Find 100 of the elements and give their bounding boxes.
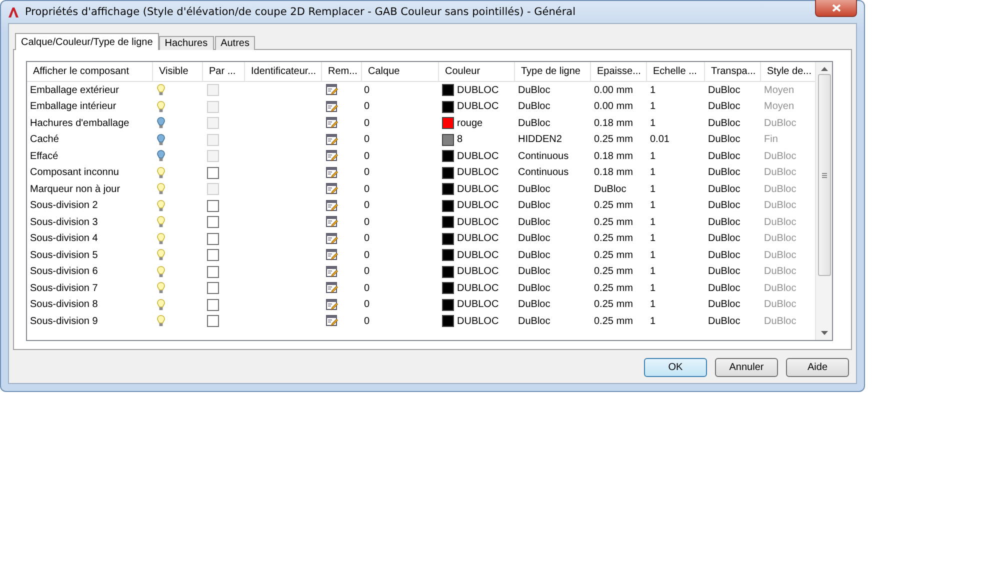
edit-icon[interactable]: [326, 249, 338, 262]
lightbulb-on-icon[interactable]: [157, 183, 165, 196]
component-name: Hachures d'emballage: [29, 116, 130, 131]
lineweight-value: 0.00 mm: [593, 84, 634, 98]
checkbox[interactable]: [207, 266, 219, 278]
color-value: DUBLOC: [457, 184, 499, 195]
edit-icon[interactable]: [326, 315, 338, 328]
linetype-value: DuBloc: [517, 216, 552, 230]
color-value: DUBLOC: [457, 316, 499, 327]
layer-value: 0: [363, 84, 371, 98]
edit-icon[interactable]: [326, 134, 338, 146]
checkbox[interactable]: [207, 298, 219, 311]
edit-icon[interactable]: [326, 200, 338, 212]
color-value: DUBLOC: [457, 266, 499, 278]
scrollbar-thumb[interactable]: [818, 74, 830, 276]
edit-icon[interactable]: [326, 150, 338, 162]
transparency-value: DuBloc: [707, 84, 742, 98]
close-button[interactable]: [815, 0, 857, 17]
lineweight-value: 0.25 mm: [593, 199, 634, 214]
transparency-value: DuBloc: [707, 314, 742, 329]
edit-icon[interactable]: [326, 183, 338, 196]
lightbulb-on-icon[interactable]: [157, 216, 165, 228]
lineweight-value: 0.00 mm: [593, 100, 634, 114]
linetype-value: DuBloc: [517, 248, 552, 263]
scroll-up-icon[interactable]: [820, 67, 828, 71]
linetype-value: DuBloc: [517, 84, 552, 98]
checkbox[interactable]: [207, 166, 219, 179]
component-name: Sous-division 3: [29, 216, 99, 230]
transparency-value: DuBloc: [707, 166, 742, 180]
dialog-button[interactable]: Aide: [786, 358, 849, 377]
plot-style-value: DuBloc: [763, 314, 798, 329]
layer-value: 0: [363, 232, 371, 246]
plot-style-value: DuBloc: [763, 199, 798, 214]
edit-icon[interactable]: [326, 298, 338, 311]
color-value: DUBLOC: [457, 250, 499, 261]
linetype-value: DuBloc: [517, 100, 552, 114]
lightbulb-on-icon[interactable]: [157, 100, 165, 113]
plot-style-value: Moyen: [763, 100, 796, 114]
lightbulb-on-icon[interactable]: [157, 266, 165, 278]
checkbox[interactable]: [207, 232, 219, 245]
lightbulb-on-icon[interactable]: [157, 84, 165, 96]
edit-icon[interactable]: [326, 232, 338, 245]
linetype-value: DuBloc: [517, 232, 552, 246]
layer-value: 0: [363, 100, 371, 114]
lightbulb-off-icon[interactable]: [157, 117, 165, 130]
checkbox[interactable]: [207, 315, 219, 328]
checkbox[interactable]: [207, 216, 219, 228]
scale-value: 1: [649, 248, 657, 263]
component-name: Sous-division 4: [29, 232, 99, 246]
layer-value: 0: [363, 133, 371, 148]
transparency-value: DuBloc: [707, 133, 742, 148]
layer-value: 0: [363, 248, 371, 263]
dialog-button[interactable]: Annuler: [715, 358, 778, 377]
lightbulb-on-icon[interactable]: [157, 298, 165, 311]
component-name: Sous-division 9: [29, 314, 99, 329]
color-value: DUBLOC: [457, 216, 499, 228]
checkbox[interactable]: [207, 249, 219, 262]
lightbulb-on-icon[interactable]: [157, 249, 165, 262]
checkbox[interactable]: [207, 282, 219, 294]
plot-style-value: DuBloc: [763, 265, 798, 280]
grip-icon: [822, 172, 826, 178]
layer-value: 0: [363, 298, 371, 312]
edit-icon[interactable]: [326, 216, 338, 228]
transparency-value: DuBloc: [707, 216, 742, 230]
component-name: Sous-division 6: [29, 265, 99, 280]
tab[interactable]: Autres: [214, 36, 256, 50]
window-title: Propriétés d'affichage (Style d'élévation/de coupe 2D Remplacer - GAB Couleur sans pointillés) - Général: [25, 6, 577, 18]
vertical-scrollbar[interactable]: [815, 62, 832, 340]
scale-value: 1: [649, 216, 657, 230]
edit-icon[interactable]: [326, 100, 338, 113]
color-value: DUBLOC: [457, 150, 499, 162]
lightbulb-on-icon[interactable]: [157, 315, 165, 328]
edit-icon[interactable]: [326, 282, 338, 294]
layer-value: 0: [363, 216, 371, 230]
edit-icon[interactable]: [326, 117, 338, 130]
lightbulb-on-icon[interactable]: [157, 232, 165, 245]
color-value: DUBLOC: [457, 299, 499, 310]
checkbox[interactable]: [207, 200, 219, 212]
linetype-value: DuBloc: [517, 265, 552, 280]
tab[interactable]: Calque/Couleur/Type de ligne: [15, 33, 159, 50]
scroll-down-icon[interactable]: [820, 331, 828, 335]
layer-value: 0: [363, 116, 371, 131]
color-value: DUBLOC: [457, 101, 499, 112]
dialog-button[interactable]: OK: [644, 358, 707, 377]
lightbulb-on-icon[interactable]: [157, 200, 165, 212]
lightbulb-on-icon[interactable]: [157, 282, 165, 294]
lightbulb-off-icon[interactable]: [157, 134, 165, 146]
plot-style-value: Fin: [763, 133, 779, 148]
color-value: DUBLOC: [457, 167, 499, 178]
edit-icon[interactable]: [326, 166, 338, 179]
edit-icon[interactable]: [326, 84, 338, 96]
lightbulb-off-icon[interactable]: [157, 150, 165, 162]
lightbulb-on-icon[interactable]: [157, 166, 165, 179]
tab[interactable]: Hachures: [158, 36, 214, 50]
lineweight-value: 0.25 mm: [593, 216, 634, 230]
edit-icon[interactable]: [326, 266, 338, 278]
color-value: DUBLOC: [457, 233, 499, 244]
scale-value: 1: [649, 166, 657, 180]
linetype-value: DuBloc: [517, 298, 552, 312]
scale-value: 1: [649, 314, 657, 329]
